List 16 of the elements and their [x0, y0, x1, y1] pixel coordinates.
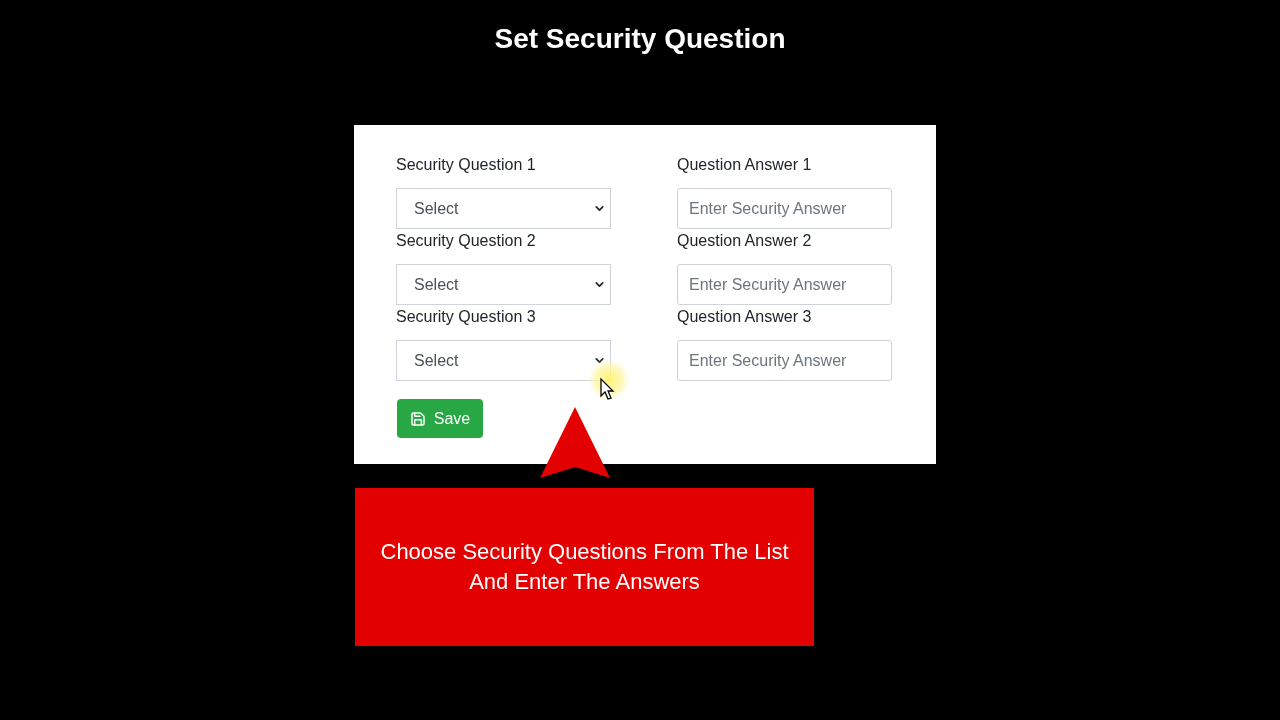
field-label: Security Question 1 — [396, 155, 537, 175]
answer-field[interactable]: Enter Security Answer — [677, 264, 892, 305]
field-label: Question Answer 1 — [677, 155, 813, 175]
callout-text: Choose Security Questions From The List And Enter The Answers — [379, 538, 790, 596]
arrow-icon — [540, 407, 610, 478]
question-select[interactable]: Select — [396, 188, 611, 229]
question-select[interactable]: Select — [396, 340, 611, 381]
answer-field[interactable]: Enter Security Answer — [677, 188, 892, 229]
cursor-icon — [587, 358, 631, 402]
field-label: Security Question 2 — [396, 231, 537, 251]
field-label: Question Answer 2 — [677, 231, 813, 251]
page-title: Set Security Question — [494, 22, 786, 56]
answer-field[interactable]: Enter Security Answer — [677, 340, 892, 381]
field-label: Question Answer 3 — [677, 307, 813, 327]
question-select[interactable]: Select — [396, 264, 611, 305]
field-label: Security Question 3 — [396, 307, 537, 327]
